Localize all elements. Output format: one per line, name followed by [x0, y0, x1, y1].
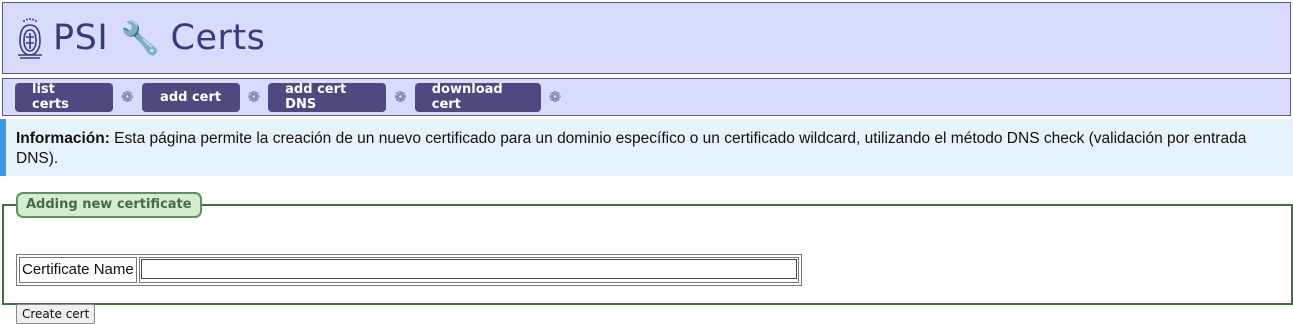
nav-bar: list certs ❁ add cert ❁ add cert DNS ❁ d… [2, 78, 1291, 116]
wrench-icon: 🔧 [120, 19, 161, 57]
nav-add-cert-dns[interactable]: add cert DNS [268, 82, 387, 112]
title-certs: Certs [170, 18, 266, 58]
title-psi: PSI [53, 18, 109, 58]
form-table: Certificate Name [16, 254, 802, 286]
info-text: Esta página permite la creación de un nu… [16, 130, 1247, 167]
certificate-name-label: Certificate Name [19, 257, 137, 283]
page-title: PSI 🔧 Certs [53, 18, 265, 58]
flower-separator-icon: ❁ [394, 89, 407, 106]
form-legend: Adding new certificate [16, 192, 202, 218]
certificate-name-input[interactable] [140, 259, 797, 279]
flower-separator-icon: ❁ [247, 89, 261, 106]
info-label: Información: [16, 130, 110, 147]
nav-list-certs[interactable]: list certs [15, 82, 113, 112]
info-box: Información: Esta página permite la crea… [0, 119, 1293, 176]
flower-separator-icon: ❁ [121, 89, 134, 106]
university-seal-icon [18, 18, 42, 59]
nav-add-cert[interactable]: add cert [141, 82, 240, 112]
create-cert-button[interactable]: Create cert [16, 304, 96, 324]
new-certificate-form: Adding new certificate Certificate Name … [2, 192, 1293, 324]
flower-separator-icon: ❁ [548, 89, 562, 106]
certificate-name-cell [138, 257, 799, 283]
page-header: PSI 🔧 Certs [2, 2, 1291, 74]
nav-download-cert[interactable]: download cert [414, 82, 541, 112]
